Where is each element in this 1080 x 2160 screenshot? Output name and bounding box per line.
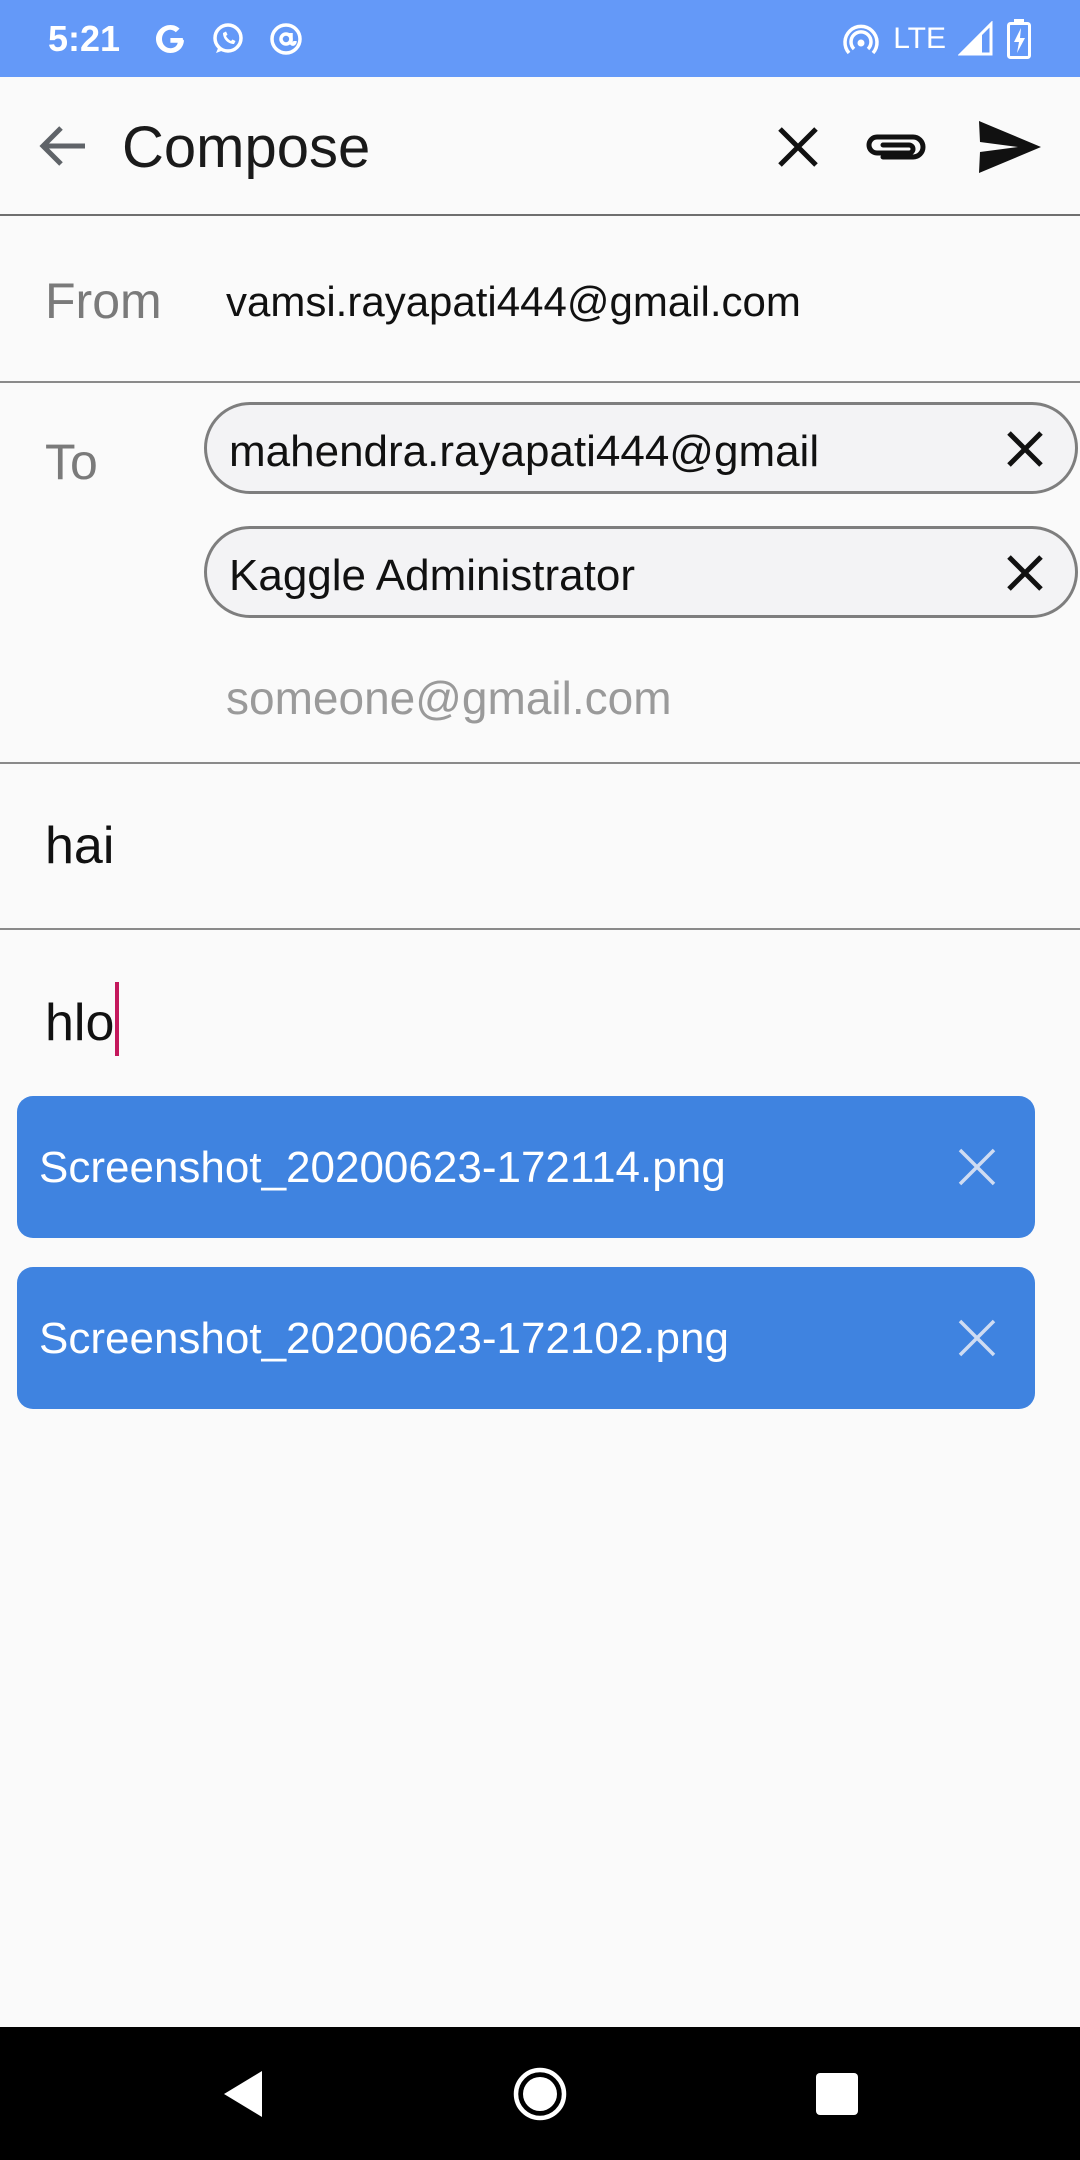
subject-value: hai [45,817,115,875]
nav-recents-button[interactable] [800,2057,874,2131]
google-icon [150,19,190,59]
home-circle-icon [513,2067,567,2121]
back-button[interactable] [30,113,96,179]
body-value: hlo [45,994,115,1052]
close-icon [778,127,818,167]
hotspot-icon [841,19,881,59]
from-address[interactable]: vamsi.rayapati444@gmail.com [226,278,801,326]
signal-icon [958,20,994,57]
attach-button[interactable] [860,111,932,183]
nav-back-button[interactable] [206,2057,280,2131]
remove-recipient-button[interactable] [1001,549,1049,597]
notification-icons [150,19,306,59]
remove-attachment-button[interactable] [949,1139,1005,1195]
close-icon [1007,431,1043,467]
at-sign-icon [266,19,306,59]
recipient-chip-text: mahendra.rayapati444@gmail [229,427,820,476]
nav-home-button[interactable] [503,2057,577,2131]
remove-recipient-button[interactable] [1001,425,1049,473]
status-bar: 5:21 LTE [0,0,1080,77]
whatsapp-icon [208,19,248,59]
square-recents-icon [816,2073,858,2115]
page-title: Compose [122,115,371,180]
remove-attachment-button[interactable] [949,1310,1005,1366]
from-label: From [45,273,162,329]
close-icon [958,1148,996,1186]
send-button[interactable] [974,111,1046,183]
status-time: 5:21 [48,17,121,59]
subject-field[interactable]: hai [0,764,1080,930]
paperclip-icon [866,134,926,160]
text-cursor [115,982,120,1056]
to-row: To mahendra.rayapati444@gmail Kaggle Adm… [0,383,1080,764]
network-type: LTE [893,21,946,55]
body-field[interactable]: hlo [0,930,1080,1090]
compose-screen: 5:21 LTE Compose From vamsi.rayapati444@… [0,0,1080,2160]
attachment-chip[interactable]: Screenshot_20200623-172114.png [17,1096,1035,1238]
recipient-chip[interactable]: Kaggle Administrator [204,526,1078,618]
system-icons: LTE [841,18,1032,60]
recipient-chip[interactable]: mahendra.rayapati444@gmail [204,402,1078,494]
recipient-chip-text: Kaggle Administrator [229,551,635,600]
attachment-chip[interactable]: Screenshot_20200623-172102.png [17,1267,1035,1409]
battery-charging-icon [1006,18,1032,60]
close-icon [958,1319,996,1357]
app-bar: Compose [0,77,1080,216]
triangle-back-icon [224,2071,262,2117]
to-label: To [45,434,98,490]
to-input[interactable] [226,663,1026,733]
discard-button[interactable] [762,111,834,183]
body-text-wrap: hlo [45,982,120,1056]
from-row: From vamsi.rayapati444@gmail.com [0,216,1080,383]
navigation-bar [0,2027,1080,2160]
attachment-name: Screenshot_20200623-172114.png [39,1143,726,1192]
attachment-name: Screenshot_20200623-172102.png [39,1314,729,1363]
close-icon [1007,555,1043,591]
back-arrow-icon [39,126,85,166]
send-icon [979,121,1041,173]
